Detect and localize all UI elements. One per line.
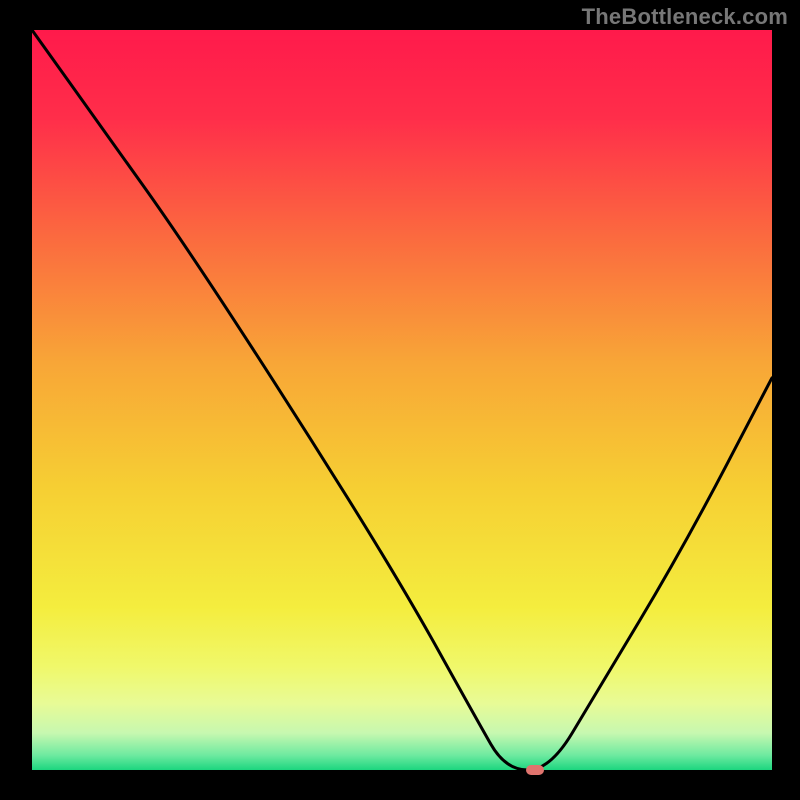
marker-point [526, 765, 544, 775]
watermark-text: TheBottleneck.com [582, 4, 788, 30]
curve [32, 30, 772, 770]
chart-frame: TheBottleneck.com [0, 0, 800, 800]
plot-area [32, 30, 772, 770]
